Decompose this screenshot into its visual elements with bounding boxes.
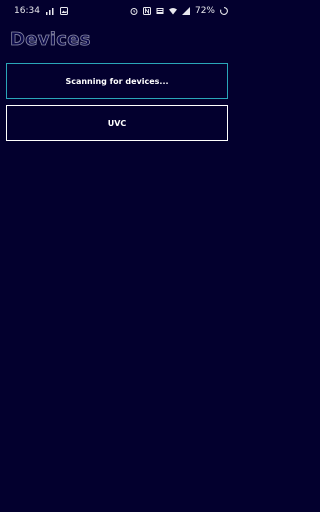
nfc-icon <box>142 7 151 15</box>
signal-bars-icon <box>45 7 54 15</box>
device-item-uvc[interactable]: UVC <box>6 105 228 141</box>
status-time: 16:34 <box>14 6 40 16</box>
battery-percent: 72% <box>194 6 215 16</box>
device-item-label: UVC <box>107 118 127 128</box>
scanning-label: Scanning for devices... <box>65 76 169 86</box>
page-title: Devices <box>10 29 91 51</box>
alarm-icon <box>130 7 138 15</box>
status-right: 72% <box>130 6 228 16</box>
signal-icon <box>181 7 190 15</box>
scanning-status-card: Scanning for devices... <box>6 63 228 99</box>
image-icon <box>59 7 68 15</box>
wifi-icon <box>168 7 177 15</box>
data-icon <box>156 7 164 15</box>
status-left: 16:34 <box>14 6 68 16</box>
battery-ring-icon <box>220 7 228 15</box>
status-bar: 16:34 72% <box>0 0 236 24</box>
